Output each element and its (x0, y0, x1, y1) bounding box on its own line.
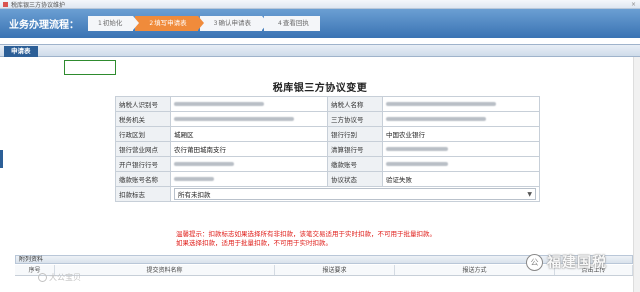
payment-account-value (382, 156, 540, 172)
watermark-left-text: 大公宝贝 (49, 273, 81, 282)
taxpayer-id-value (170, 96, 328, 112)
agreement-number-label: 三方协议号 (327, 111, 383, 127)
redacted-value (174, 117, 294, 121)
workflow-bar: 业务办理流程： 1初始化 2填写申请表 3确认申请表 4查看回执 (0, 9, 640, 38)
side-collapse-handle[interactable] (0, 150, 3, 168)
watermark-left: 大公宝贝 (38, 272, 81, 283)
workflow-steps: 1初始化 2填写申请表 3确认申请表 4查看回执 (88, 16, 320, 31)
account-name-label: 缴款账号名称 (115, 171, 171, 187)
column-header-material-name: 提交资料名称 (55, 265, 275, 275)
agreement-status-label: 协议状态 (327, 171, 383, 187)
tip-line: 温馨提示：扣款标志如果选择所有非扣款，该笔交易适用于实时扣款，不可用于批量扣款。 (176, 230, 436, 238)
wechat-badge-icon: 公 (526, 253, 543, 271)
step-number: 2 (149, 20, 154, 27)
opening-bank-code-value (170, 156, 328, 172)
district-label: 行政区划 (115, 126, 171, 142)
step-initialize[interactable]: 1初始化 (88, 16, 140, 31)
watermark-right-text: 福建国税 (547, 255, 607, 271)
form-row: 纳税人识别号 纳税人名称 (115, 96, 540, 112)
tax-authority-value (170, 111, 328, 127)
account-name-value (170, 171, 328, 187)
deduct-flag-label: 扣款标志 (115, 186, 171, 202)
tab-application-form[interactable]: 申请表 (4, 46, 38, 57)
clearing-bank-label: 清算银行号 (327, 141, 383, 157)
redacted-value (174, 162, 234, 166)
step-label: 初始化 (102, 19, 123, 27)
step-number: 1 (98, 20, 102, 27)
form-row: 行政区划 城厢区 银行行别 中国农业银行 (115, 126, 540, 142)
deduct-flag-select[interactable]: 所有未扣款 ▼ (174, 188, 536, 200)
form-row: 缴款账号名称 协议状态 验证失败 (115, 171, 540, 187)
bank-type-label: 银行行别 (327, 126, 383, 142)
form-row: 扣款标志 所有未扣款 ▼ (115, 186, 540, 202)
form-title: 税库银三方协议变更 (272, 83, 368, 94)
step-fill-form[interactable]: 2填写申请表 (135, 16, 205, 31)
taxpayer-name-label: 纳税人名称 (327, 96, 383, 112)
step-confirm-form[interactable]: 3确认申请表 (199, 16, 269, 31)
deduct-flag-cell: 所有未扣款 ▼ (170, 186, 540, 202)
step-number: 3 (213, 20, 218, 27)
bank-type-value: 中国农业银行 (382, 126, 540, 142)
step-number: 4 (277, 20, 282, 27)
deduct-flag-value: 所有未扣款 (178, 191, 211, 199)
close-icon[interactable]: × (631, 1, 636, 8)
step-label: 确认申请表 (218, 19, 251, 27)
redacted-value (386, 117, 486, 121)
watermark-logo-icon (38, 273, 47, 282)
agreement-status-value: 验证失败 (382, 171, 540, 187)
redacted-value (386, 102, 496, 106)
form-row: 开户银行行号 缴款账号 (115, 156, 540, 172)
bank-branch-value: 农行莆田城南支行 (170, 141, 328, 157)
redacted-value (386, 147, 448, 151)
bank-branch-label: 银行营业网点 (115, 141, 171, 157)
payment-account-label: 缴款账号 (327, 156, 383, 172)
opening-bank-code-label: 开户银行行号 (115, 156, 171, 172)
column-header-requirement: 报送要求 (275, 265, 395, 275)
redacted-value (386, 162, 448, 166)
window-title: 税库银三方协议维护 (11, 1, 66, 9)
district-value: 城厢区 (170, 126, 328, 142)
taxpayer-id-label: 纳税人识别号 (115, 96, 171, 112)
window-titlebar: 税库银三方协议维护 × (0, 0, 640, 9)
step-view-receipt[interactable]: 4查看回执 (263, 16, 320, 31)
clearing-bank-value (382, 141, 540, 157)
tip-line: 如果选择扣款，适用于批量扣款，不可用于实时扣款。 (176, 239, 332, 247)
form-row: 税务机关 三方协议号 (115, 111, 540, 127)
chevron-down-icon[interactable]: ▼ (527, 191, 532, 198)
tax-authority-label: 税务机关 (115, 111, 171, 127)
form-row: 银行营业网点 农行莆田城南支行 清算银行号 (115, 141, 540, 157)
step-label: 查看回执 (282, 19, 309, 27)
agreement-number-value (382, 111, 540, 127)
step-label: 填写申请表 (154, 19, 187, 27)
warm-tip: 温馨提示：扣款标志如果选择所有非扣款，该笔交易适用于实时扣款，不可用于批量扣款。… (176, 230, 536, 248)
agreement-form-table: 纳税人识别号 纳税人名称 税务机关 三方协议号 行政区划 城厢区 银行行别 中国… (115, 96, 540, 202)
taxpayer-name-value (382, 96, 540, 112)
selected-cell-indicator (64, 60, 116, 75)
section-bar: 申请表 (0, 44, 640, 57)
app-icon (3, 1, 8, 7)
redacted-value (174, 102, 264, 106)
workflow-title: 业务办理流程： (9, 20, 79, 31)
redacted-value (174, 177, 214, 181)
watermark-right: 公 福建国税 (526, 252, 607, 272)
